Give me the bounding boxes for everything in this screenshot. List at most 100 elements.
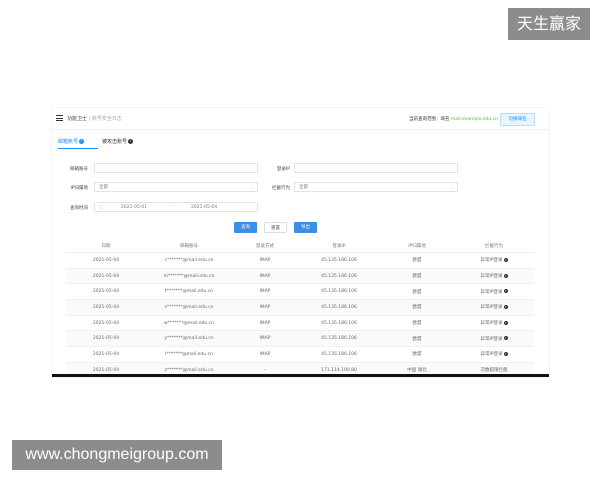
help-icon[interactable]: ?: [503, 320, 508, 325]
reset-button[interactable]: 重置: [264, 222, 287, 233]
cell-ip-region: 欧盟: [380, 252, 454, 269]
query-button[interactable]: 查询: [234, 222, 257, 233]
cell-ip-region: 欧盟: [380, 346, 454, 363]
tab-email-account[interactable]: 邮箱账号 i: [58, 138, 85, 145]
table-header-row: 日期 邮箱账号 登录方式 登录IP IP归属地 拦截行为: [66, 239, 534, 253]
help-icon[interactable]: ?: [503, 289, 508, 294]
cell-login-method: IMAP: [232, 346, 298, 363]
app-screenshot: 功能卫士 / 账号安全日志 当前查询范围：域名 mail.example.edu…: [52, 108, 549, 377]
protection-select[interactable]: 全部 ⌄: [294, 182, 458, 192]
column-header-ip-region[interactable]: IP归属地: [380, 239, 454, 253]
current-scope-domain: mail.example.edu.cn: [450, 117, 498, 122]
protection-text: 异常IP登录: [480, 258, 503, 264]
cell-date: 2021-05-04: [66, 283, 146, 301]
cell-login-ip: 45.135.186.106: [298, 330, 380, 348]
table-row[interactable]: 2021-05-04 s*******@mail.edu.cn IMAP 45.…: [66, 299, 534, 316]
cell-ip-region: 欧盟: [380, 330, 454, 348]
tab-label: 被攻击账号: [102, 139, 128, 145]
protection-text: 异常IP登录: [480, 289, 503, 295]
date-to: 2021-05-04: [191, 205, 218, 210]
table-row[interactable]: 2021-05-04 z*******@mail.edu.cn -- 171.1…: [66, 362, 534, 374]
cell-protection: 异常IP登录?: [454, 268, 534, 285]
cell-protection: 次数超限拦截: [454, 362, 534, 374]
export-button[interactable]: 导出: [294, 222, 317, 233]
login-ip-input[interactable]: [294, 163, 458, 173]
column-header-date[interactable]: 日期: [66, 239, 146, 253]
protection-text: 异常IP登录: [480, 321, 503, 327]
protection-text: 异常IP登录: [480, 352, 503, 358]
cell-protection: 异常IP登录?: [454, 299, 534, 316]
query-time-label: 查询时间: [70, 206, 88, 211]
protection-value: 全部: [299, 185, 308, 190]
cell-login-method: IMAP: [232, 268, 298, 285]
cell-email: w*******@mail.edu.cn: [146, 315, 232, 332]
help-icon[interactable]: ?: [503, 257, 508, 262]
email-account-label: 邮箱账号: [70, 167, 88, 172]
cell-login-method: IMAP: [232, 315, 298, 332]
table-row[interactable]: 2021-05-04 c*******@mail.edu.cn IMAP 45.…: [66, 252, 534, 269]
cell-ip-region: 欧盟: [380, 283, 454, 301]
email-account-input[interactable]: [94, 163, 258, 173]
help-icon[interactable]: ?: [503, 273, 508, 278]
cell-login-method: IMAP: [232, 252, 298, 269]
menu-icon[interactable]: [56, 115, 63, 121]
tab-label: 邮箱账号: [58, 139, 79, 145]
cell-date: 2021-05-04: [66, 330, 146, 348]
date-from: 2021-05-01: [121, 205, 148, 210]
cell-email: l*******@mail.edu.cn: [146, 346, 232, 363]
cell-ip-region: 欧盟: [380, 299, 454, 316]
cell-ip-region: 中国 湖北: [380, 362, 454, 374]
current-scope-label: 当前查询范围：域名: [408, 117, 450, 122]
cell-ip-region: 欧盟: [380, 268, 454, 285]
help-icon[interactable]: ?: [503, 336, 508, 341]
table-row[interactable]: 2021-05-04 t*******@mail.edu.cn IMAP 45.…: [66, 283, 534, 301]
ip-region-select[interactable]: 全部 ⌄: [94, 182, 258, 192]
bottom-watermark: www.chongmeigroup.com: [12, 440, 222, 470]
cell-protection: 异常IP登录?: [454, 252, 534, 269]
cell-login-ip: 45.135.186.106: [298, 315, 380, 332]
tab-attacked-account[interactable]: 被攻击账号 i: [102, 138, 134, 145]
security-log-table: 日期 邮箱账号 登录方式 登录IP IP归属地 拦截行为 2021-05-04 …: [66, 239, 534, 374]
top-bar: 功能卫士 / 账号安全日志 当前查询范围：域名 mail.example.edu…: [52, 108, 549, 130]
table-row[interactable]: 2021-05-04 m*******@mail.edu.cn IMAP 45.…: [66, 268, 534, 285]
login-ip-label: 登录IP: [276, 167, 290, 172]
cell-login-ip: 45.135.186.106: [298, 283, 380, 301]
cell-protection: 异常IP登录?: [454, 283, 534, 301]
date-range-picker[interactable]: □ 2021-05-01 - 2021-05-04: [94, 202, 258, 212]
cell-date: 2021-05-04: [66, 346, 146, 363]
cell-login-method: --: [232, 362, 298, 374]
cell-login-ip: 45.135.186.106: [298, 299, 380, 316]
cell-protection: 异常IP登录?: [454, 346, 534, 363]
column-header-email[interactable]: 邮箱账号: [146, 239, 232, 253]
cell-email: s*******@mail.edu.cn: [146, 299, 232, 316]
ip-region-label: IP归属地: [70, 186, 88, 191]
column-header-login-method[interactable]: 登录方式: [232, 239, 298, 253]
column-header-login-ip[interactable]: 登录IP: [298, 239, 380, 253]
table-row[interactable]: 2021-05-04 w*******@mail.edu.cn IMAP 45.…: [66, 315, 534, 332]
chevron-down-icon: ⌄: [249, 185, 253, 190]
breadcrumb-current: 账号安全日志: [91, 116, 122, 122]
cell-login-method: IMAP: [232, 299, 298, 316]
date-separator: -: [171, 205, 173, 210]
cell-email: y*******@mail.edu.cn: [146, 330, 232, 348]
column-header-protection[interactable]: 拦截行为: [454, 239, 534, 253]
cell-ip-region: 欧盟: [380, 315, 454, 332]
table-row[interactable]: 2021-05-04 y*******@mail.edu.cn IMAP 45.…: [66, 330, 534, 348]
breadcrumb-separator: /: [88, 116, 91, 122]
cell-date: 2021-05-04: [66, 268, 146, 285]
cell-login-ip: 45.135.186.106: [298, 252, 380, 269]
protection-text: 异常IP登录: [480, 336, 503, 342]
protection-text: 异常IP登录: [480, 305, 503, 311]
calendar-icon: □: [99, 205, 104, 210]
protection-text: 异常IP登录: [480, 274, 503, 280]
cell-date: 2021-05-04: [66, 315, 146, 332]
cell-email: c*******@mail.edu.cn: [146, 252, 232, 269]
switch-domain-button[interactable]: 切换域名: [500, 113, 535, 126]
info-icon: i: [128, 139, 134, 144]
cell-login-method: IMAP: [232, 283, 298, 301]
help-icon[interactable]: ?: [503, 351, 508, 356]
help-icon[interactable]: ?: [503, 304, 508, 309]
cell-login-ip: 45.135.186.106: [298, 346, 380, 363]
breadcrumb-root[interactable]: 功能卫士: [67, 116, 87, 122]
table-row[interactable]: 2021-05-04 l*******@mail.edu.cn IMAP 45.…: [66, 346, 534, 363]
